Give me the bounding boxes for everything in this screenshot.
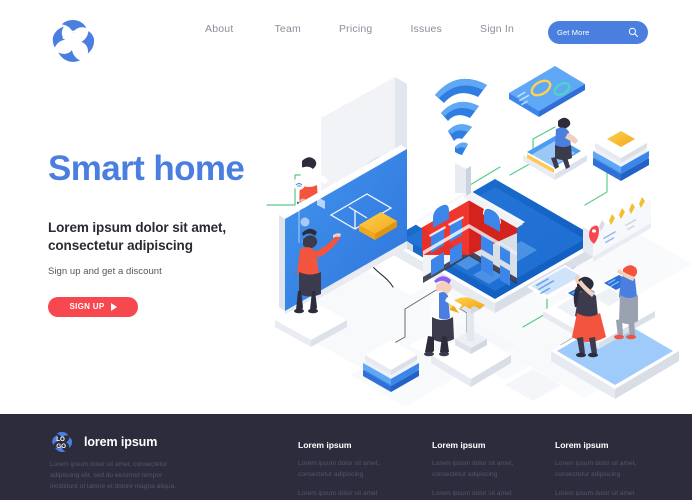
site-footer: LO GO lorem ipsum Lorem ipsum dolor sit …	[0, 414, 692, 500]
hero-illustration	[255, 55, 692, 405]
svg-text:LO: LO	[62, 28, 79, 42]
dashboard-card	[509, 66, 585, 117]
footer-logo-icon: LO GO	[52, 431, 73, 453]
nav-item-about[interactable]: About	[205, 23, 233, 35]
footer-column-3: Lorem ipsum Lorem ipsum dolor sit amet, …	[555, 440, 670, 500]
footer-about-text: Lorem ipsum dolor sit amet, consectetur …	[50, 461, 177, 490]
svg-text:GO: GO	[56, 443, 66, 450]
wifi-signal-icon	[435, 78, 487, 155]
hero-subtitle: Lorem ipsum dolor sit amet, consectetur …	[48, 219, 227, 254]
footer-column-1: Lorem ipsum Lorem ipsum dolor sit amet, …	[298, 440, 413, 500]
footer-column-item[interactable]: Lorem ipsum dolor sit amet, consectetur …	[432, 459, 547, 480]
search-icon	[628, 27, 638, 37]
site-header: LO GO About Team Pricing Issues Sign In …	[0, 0, 692, 70]
footer-column-2: Lorem ipsum Lorem ipsum dolor sit amet, …	[432, 440, 547, 500]
main-navigation: About Team Pricing Issues Sign In	[205, 23, 514, 35]
page-title: Smart home	[48, 149, 245, 188]
footer-column-title: Lorem ipsum	[432, 440, 486, 450]
footer-column-item[interactable]: Lorem ipsum dolor sit amet	[432, 489, 547, 500]
footer-column-title: Lorem ipsum	[555, 440, 609, 450]
nav-item-pricing[interactable]: Pricing	[339, 23, 373, 35]
hero-note: Sign up and get a discount	[48, 265, 162, 277]
nav-item-sign-in[interactable]: Sign In	[480, 23, 514, 35]
get-more-button[interactable]: Get More	[548, 21, 648, 44]
sign-up-button[interactable]: SIGN UP	[48, 296, 138, 317]
footer-column-item[interactable]: Lorem ipsum dolor sit amet, consectetur …	[555, 459, 670, 480]
isometric-scene	[266, 66, 692, 405]
logo[interactable]: LO GO	[48, 17, 98, 65]
footer-column-item[interactable]: Lorem ipsum dolor sit amet, consectetur …	[298, 459, 413, 480]
get-more-label: Get More	[557, 28, 590, 37]
nav-item-issues[interactable]: Issues	[410, 23, 442, 35]
play-triangle-icon	[110, 302, 117, 311]
server-stack-right	[593, 128, 649, 181]
footer-column-item[interactable]: Lorem ipsum dolor sit amet	[555, 489, 670, 500]
footer-column-item[interactable]: Lorem ipsum dolor sit amet	[298, 489, 413, 500]
logo-icon: LO GO	[52, 20, 95, 62]
sign-up-label: SIGN UP	[69, 302, 105, 312]
svg-text:LO: LO	[56, 436, 65, 443]
svg-text:GO: GO	[62, 42, 81, 56]
footer-column-title: Lorem ipsum	[298, 440, 352, 450]
nav-item-team[interactable]: Team	[274, 23, 300, 35]
footer-brand[interactable]: LO GO lorem ipsum	[50, 430, 157, 454]
footer-brand-name: lorem ipsum	[84, 435, 158, 449]
hero-section: Smart home Lorem ipsum dolor sit amet, c…	[48, 149, 298, 317]
